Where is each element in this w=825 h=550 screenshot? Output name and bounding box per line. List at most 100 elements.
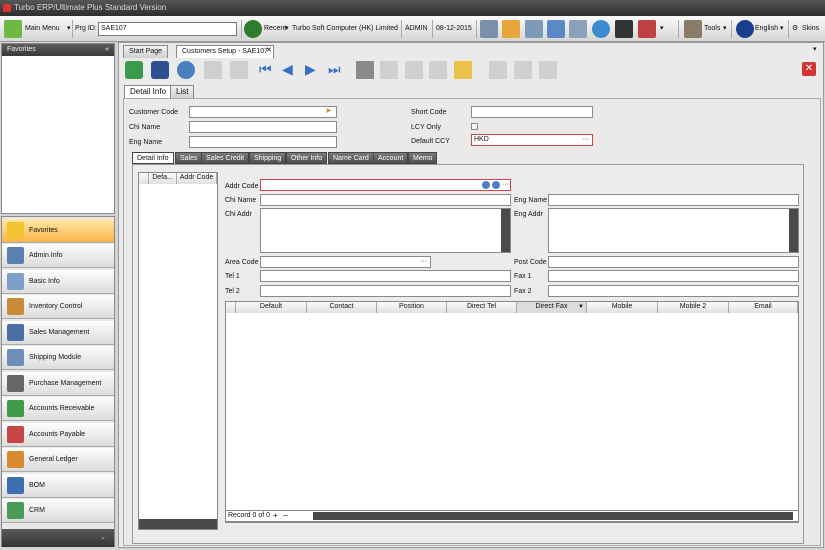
dtab-other-info[interactable]: Other Info (286, 152, 328, 164)
new-record-icon[interactable] (125, 61, 143, 79)
tools-icon[interactable] (684, 20, 702, 38)
delete-icon[interactable] (230, 61, 248, 79)
col-mobile[interactable]: Mobile (587, 302, 658, 313)
nav-item-receivable[interactable]: Accounts Receivable (2, 397, 114, 421)
attach-icon[interactable] (539, 61, 557, 79)
preview-icon[interactable] (514, 61, 532, 79)
tel2-input[interactable] (260, 285, 511, 297)
remove-row-icon[interactable]: − (283, 511, 288, 520)
fax2-input[interactable] (548, 285, 799, 297)
dtab-shipping[interactable]: Shipping (249, 152, 287, 164)
chi-addr-scrollbar[interactable] (501, 209, 510, 252)
dtab-sales[interactable]: Sales (175, 152, 203, 164)
tab-detail-info[interactable]: Detail Info (124, 85, 173, 98)
area-code-input[interactable]: ··· (260, 256, 431, 268)
contact-grid-scrollbar[interactable] (313, 512, 793, 520)
close-form-icon[interactable]: ✕ (802, 62, 816, 76)
lock-icon[interactable] (429, 61, 447, 79)
col-email[interactable]: Email (729, 302, 798, 313)
monitor-icon[interactable] (615, 20, 633, 38)
short-code-input[interactable] (471, 106, 593, 118)
add-icon[interactable] (482, 181, 490, 189)
skins-icon[interactable]: ⚙ (792, 16, 798, 42)
nav-item-crm[interactable]: CRM (2, 499, 114, 523)
nav-item-admin-info[interactable]: Admin Info (2, 244, 114, 268)
eng-name-input[interactable] (189, 136, 337, 148)
dtab-memo[interactable]: Memo (408, 152, 438, 164)
list-icon[interactable] (525, 20, 543, 38)
filter-icon[interactable]: ▼ (578, 302, 584, 312)
nav-item-ledger[interactable]: General Ledger (2, 448, 114, 472)
customer-code-input[interactable] (189, 106, 337, 118)
org-chart-icon[interactable] (547, 20, 565, 38)
chevron-down-icon[interactable]: ⌄ (100, 534, 106, 541)
dtab-name-card[interactable]: Name Card (328, 152, 374, 164)
tel1-input[interactable] (260, 270, 511, 282)
col-addr-code[interactable]: Addr Code (177, 173, 217, 184)
eng-addr-scrollbar[interactable] (789, 209, 798, 252)
save-icon[interactable] (151, 61, 169, 79)
post-code-input[interactable] (548, 256, 799, 268)
first-record-icon[interactable]: ⏮ (259, 61, 272, 78)
col-default[interactable]: Defa... (149, 173, 177, 184)
nav-item-shipping[interactable]: Shipping Module (2, 346, 114, 370)
default-ccy-input[interactable]: HKD ··· (471, 134, 593, 146)
main-menu-icon[interactable] (4, 20, 22, 38)
uk-flag-icon[interactable] (736, 20, 754, 38)
next-record-icon[interactable]: ▶ (305, 61, 316, 78)
chi-name-input[interactable] (189, 121, 337, 133)
nav-item-purchase[interactable]: Purchase Management (2, 372, 114, 396)
nav-item-inventory[interactable]: Inventory Control (2, 295, 114, 319)
addr-eng-name-input[interactable] (548, 194, 799, 206)
ellipsis-icon[interactable]: ··· (502, 180, 509, 190)
nav-item-basic-info[interactable]: Basic Info (2, 270, 114, 294)
folder-lookup-icon[interactable]: ➤ (325, 106, 332, 115)
language-menu[interactable]: English (755, 16, 778, 42)
ellipsis-icon[interactable]: ··· (582, 135, 589, 145)
tab-start-page[interactable]: Start Page (123, 45, 169, 58)
col-mobile-2[interactable]: Mobile 2 (658, 302, 729, 313)
alarm-icon[interactable] (638, 20, 656, 38)
address-list-scrollbar[interactable] (139, 519, 217, 529)
prev-record-icon[interactable]: ◀ (282, 61, 293, 78)
lookup-icon[interactable] (356, 61, 374, 79)
close-tab-icon[interactable]: ✕ (266, 46, 272, 54)
edit-icon[interactable] (204, 61, 222, 79)
dtab-account[interactable]: Account (373, 152, 409, 164)
nav-item-sales[interactable]: Sales Management (2, 321, 114, 345)
add-row-icon[interactable]: + (273, 511, 278, 520)
tab-menu-icon[interactable]: ▾ (813, 45, 817, 53)
main-menu-button[interactable]: Main Menu (25, 16, 60, 42)
nav-item-bom[interactable]: BOM (2, 474, 114, 498)
contact-grid[interactable]: Default Contact Position Direct Tel Dire… (225, 301, 799, 523)
col-contact[interactable]: Contact (307, 302, 377, 313)
addr-code-input[interactable]: ··· (260, 179, 511, 191)
ellipsis-icon[interactable]: ··· (420, 257, 427, 267)
col-direct-tel[interactable]: Direct Tel (447, 302, 517, 313)
remove-icon[interactable] (492, 181, 500, 189)
wizard-icon[interactable] (454, 61, 472, 79)
tab-customers-setup[interactable]: Customers Setup - SAE107 (176, 45, 274, 58)
approve-icon[interactable] (405, 61, 423, 79)
copy-icon[interactable] (489, 61, 507, 79)
report-icon[interactable] (569, 20, 587, 38)
addr-chi-name-input[interactable] (260, 194, 511, 206)
eng-addr-textarea[interactable] (548, 208, 799, 253)
recent-menu[interactable]: Recent (264, 16, 286, 42)
tab-list[interactable]: List (170, 85, 195, 98)
recent-clock-icon[interactable] (244, 20, 262, 38)
confirm-icon[interactable] (380, 61, 398, 79)
lcy-only-checkbox[interactable] (471, 123, 478, 130)
nav-item-payable[interactable]: Accounts Payable (2, 423, 114, 447)
refresh-icon[interactable] (177, 61, 195, 79)
col-direct-fax[interactable]: Direct Fax ▼ (517, 302, 587, 313)
prg-id-input[interactable]: SAE107 (98, 22, 237, 36)
tools-menu[interactable]: Tools (704, 16, 720, 42)
search-icon[interactable] (480, 20, 498, 38)
last-record-icon[interactable]: ⏭ (328, 61, 341, 78)
dtab-detail-info[interactable]: Detail Info (132, 152, 174, 164)
skins-menu[interactable]: Skins (802, 16, 819, 42)
col-position[interactable]: Position (377, 302, 447, 313)
nav-item-favorites[interactable]: Favorites (2, 219, 114, 243)
nav-footer[interactable]: ⌄ (2, 529, 114, 547)
